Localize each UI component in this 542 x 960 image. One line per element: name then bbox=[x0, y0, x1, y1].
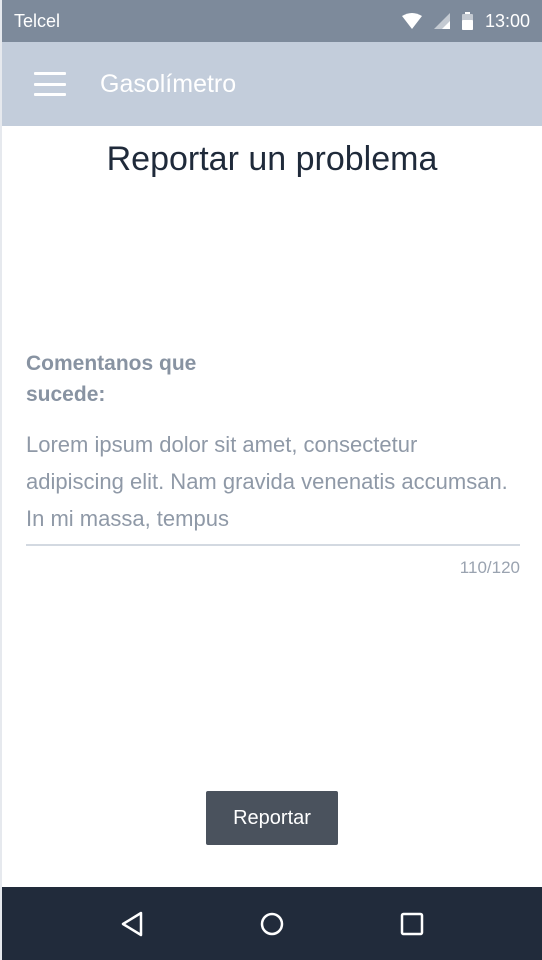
home-icon[interactable] bbox=[242, 894, 302, 954]
recents-icon[interactable] bbox=[382, 894, 442, 954]
hamburger-menu-icon[interactable] bbox=[34, 72, 66, 96]
status-icons: 13:00 bbox=[401, 10, 530, 32]
report-button[interactable]: Reportar bbox=[206, 791, 338, 845]
comment-field-label: Comentanos que sucede: bbox=[26, 352, 197, 406]
wifi-icon bbox=[401, 13, 422, 29]
battery-icon bbox=[461, 12, 473, 30]
page-title: Reportar un problema bbox=[106, 140, 438, 178]
comment-input[interactable]: Lorem ipsum dolor sit amet, consectetur … bbox=[26, 426, 520, 537]
app-title: Gasolímetro bbox=[100, 69, 237, 98]
app-bar: Gasolímetro bbox=[2, 42, 542, 126]
signal-icon bbox=[433, 13, 450, 29]
character-counter: 110/120 bbox=[459, 558, 520, 577]
status-bar: Telcel 13:00 bbox=[2, 0, 542, 42]
clock-time: 13:00 bbox=[484, 10, 530, 31]
screen: Telcel 13:00 Gasolímetro Reportar un pro… bbox=[0, 0, 542, 960]
back-icon[interactable] bbox=[102, 894, 162, 954]
navigation-bar bbox=[2, 887, 542, 960]
comment-input-underline bbox=[26, 544, 520, 546]
carrier-name: Telcel bbox=[14, 10, 61, 31]
